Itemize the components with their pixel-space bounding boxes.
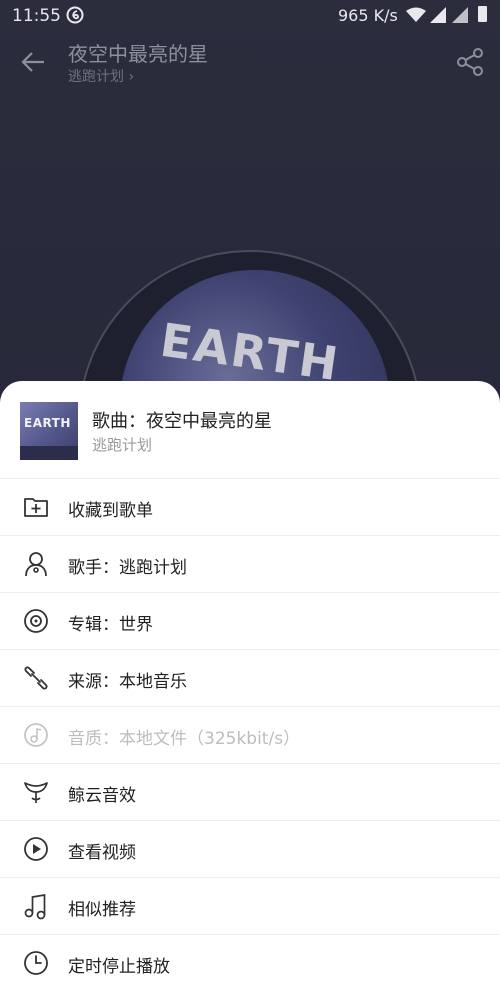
menu-label: 专辑：世界 [68, 615, 153, 635]
quality-icon [24, 723, 48, 747]
cover-text: EARTH [24, 416, 71, 430]
wifi-icon [406, 7, 426, 22]
menu-label: 相似推荐 [68, 900, 136, 920]
link-icon [24, 666, 48, 690]
signal-icon-secondary [452, 7, 468, 23]
player-header: 夜空中最亮的星 逃跑计划 › [0, 32, 500, 92]
menu-item-view-video[interactable]: 查看视频 [0, 821, 500, 878]
video-icon [24, 837, 48, 861]
sheet-artist: 逃跑计划 [92, 436, 153, 454]
back-arrow-icon[interactable] [18, 46, 50, 78]
network-speed: 965 K/s [338, 6, 398, 25]
clock-icon [24, 951, 48, 975]
menu-label: 歌手：逃跑计划 [68, 558, 187, 578]
album-cover: EARTH [20, 402, 78, 460]
menu-item-sound-effect[interactable]: 鲸云音效 [0, 764, 500, 821]
sound-effect-icon [24, 782, 48, 803]
cover-band [20, 446, 78, 460]
menu-label: 音质：本地文件（325kbit/s） [68, 729, 301, 749]
disc-art-text: EARTH [157, 312, 344, 392]
signal-icon [430, 7, 446, 23]
menu-item-quality: 音质：本地文件（325kbit/s） [0, 707, 500, 764]
menu-item-similar[interactable]: 相似推荐 [0, 878, 500, 935]
menu-label: 来源：本地音乐 [68, 672, 187, 692]
artist-icon [25, 552, 47, 577]
menu-label: 收藏到歌单 [68, 501, 153, 521]
menu-item-source[interactable]: 来源：本地音乐 [0, 650, 500, 707]
battery-icon [478, 6, 487, 22]
song-title: 夜空中最亮的星 [68, 42, 208, 66]
menu-label: 定时停止播放 [68, 957, 170, 977]
menu-item-album[interactable]: 专辑：世界 [0, 593, 500, 650]
sheet-song-title: 歌曲：夜空中最亮的星 [92, 411, 272, 432]
share-icon[interactable] [454, 46, 486, 78]
music-note-icon [24, 893, 46, 920]
status-time: 11:55 [12, 6, 61, 26]
menu-label: 鲸云音效 [68, 786, 136, 806]
song-options-sheet: EARTH 歌曲：夜空中最亮的星 逃跑计划 收藏到歌单 歌手：逃跑计划 专辑：世… [0, 381, 500, 1000]
status-bar: 11:55 965 K/s [0, 0, 500, 32]
menu-item-artist[interactable]: 歌手：逃跑计划 [0, 536, 500, 593]
album-icon [24, 609, 48, 633]
menu-label: 查看视频 [68, 843, 136, 863]
sheet-header: EARTH 歌曲：夜空中最亮的星 逃跑计划 [0, 381, 500, 479]
app-notification-icon [66, 6, 84, 24]
options-menu: 收藏到歌单 歌手：逃跑计划 专辑：世界 来源：本地音乐 音质：本地文件（325k… [0, 479, 500, 991]
folder-add-icon [24, 498, 48, 517]
artist-link[interactable]: 逃跑计划 › [68, 66, 134, 86]
menu-item-add-to-playlist[interactable]: 收藏到歌单 [0, 479, 500, 536]
menu-item-sleep-timer[interactable]: 定时停止播放 [0, 935, 500, 991]
